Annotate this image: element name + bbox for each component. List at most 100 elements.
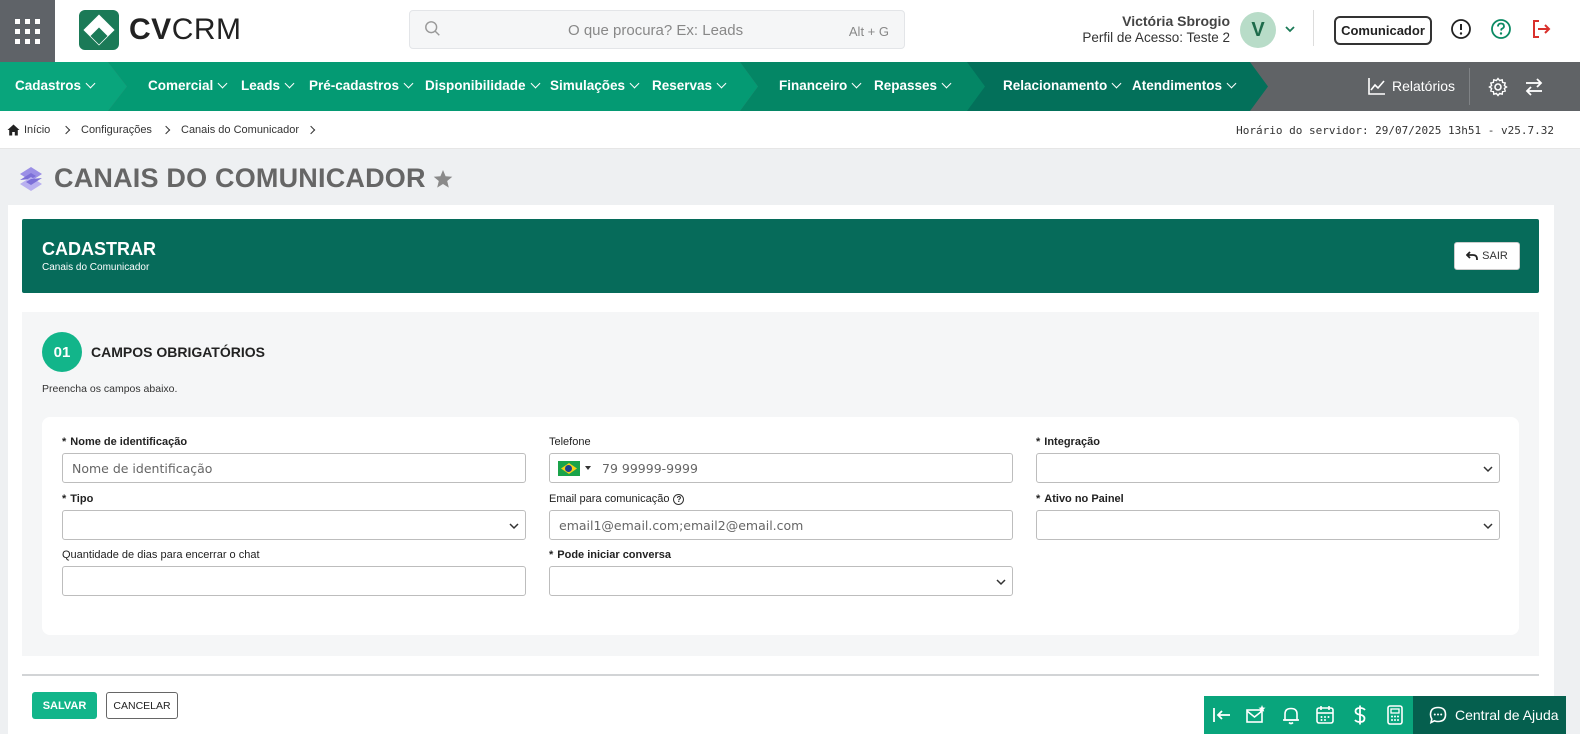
bell-icon[interactable] [1280, 704, 1302, 726]
nav-item-comercial[interactable]: Comercial [148, 78, 228, 93]
brazil-flag-icon[interactable] [558, 461, 580, 476]
chevron-down-icon [1483, 523, 1493, 530]
pode-iniciar-conversa-select[interactable] [549, 566, 1013, 596]
chevron-down-icon [403, 78, 414, 89]
breadcrumb-home[interactable]: Início [24, 124, 50, 136]
chart-line-icon [1368, 78, 1385, 95]
field-ativo: * Ativo no Painel [1036, 492, 1500, 540]
page-title: CANAIS DO COMUNICADOR [54, 163, 426, 193]
integracao-select[interactable] [1036, 453, 1500, 483]
chevron-down-icon [851, 78, 862, 89]
field-label: * Tipo [62, 493, 94, 505]
avatar[interactable]: V [1240, 12, 1276, 48]
save-button[interactable]: SALVAR [32, 692, 97, 719]
chevron-down-icon [1483, 466, 1493, 473]
nav-item-disponibilidade[interactable]: Disponibilidade [425, 78, 540, 93]
tipo-select[interactable] [62, 510, 526, 540]
field-telefone: Telefone 79 99999-9999 [549, 435, 1013, 483]
input-placeholder: 79 99999-9999 [602, 461, 698, 476]
help-center-button[interactable]: Central de Ajuda [1413, 696, 1566, 734]
nav-item-cadastros[interactable]: Cadastros [15, 78, 96, 93]
chevron-down-icon [996, 579, 1006, 586]
chevron-down-icon [217, 78, 228, 89]
chevron-right-icon [61, 125, 71, 135]
main-navigation: Cadastros Comercial Leads Pré-cadastros … [0, 62, 1580, 111]
nav-item-reservas[interactable]: Reservas [652, 78, 727, 93]
field-integracao: * Integração [1036, 435, 1500, 483]
nav-item-financeiro[interactable]: Financeiro [779, 78, 862, 93]
ativo-painel-select[interactable] [1036, 510, 1500, 540]
exit-button[interactable]: SAIR [1454, 242, 1520, 270]
field-pode-iniciar: * Pode iniciar conversa [549, 548, 1013, 596]
section-subtitle: Preencha os campos abaixo. [42, 383, 178, 395]
brand-name: CVCRM [129, 13, 242, 46]
search-icon [425, 21, 440, 36]
email-comunicacao-input[interactable]: email1@email.com;email2@email.com [549, 510, 1013, 540]
apps-menu-button[interactable] [0, 0, 55, 62]
chevron-down-icon[interactable] [1283, 22, 1297, 36]
field-label: Email para comunicação? [549, 492, 1013, 506]
input-placeholder: Nome de identificação [72, 461, 213, 476]
field-label: Quantidade de dias para encerrar o chat [62, 549, 260, 561]
form-title: CADASTRAR [42, 239, 156, 259]
swap-icon[interactable] [1524, 77, 1544, 97]
communicator-channels-icon [20, 166, 42, 191]
page-title-bar: CANAIS DO COMUNICADOR [16, 163, 454, 194]
user-profile: Perfil de Acesso: Teste 2 [1082, 30, 1230, 45]
search-input[interactable]: O que procura? Ex: Leads Alt + G [409, 10, 905, 49]
question-circle-icon[interactable]: ? [673, 493, 685, 505]
field-label: * Ativo no Painel [1036, 493, 1124, 505]
telefone-input[interactable]: 79 99999-9999 [549, 453, 1013, 483]
chevron-down-icon [1111, 78, 1122, 89]
reports-link[interactable]: Relatórios [1368, 77, 1455, 95]
cancel-button[interactable]: CANCELAR [106, 692, 178, 719]
field-label: * Nome de identificação [62, 436, 188, 448]
nav-item-leads[interactable]: Leads [241, 78, 295, 93]
star-icon[interactable] [432, 168, 454, 190]
breadcrumb-configuracoes[interactable]: Configurações [81, 124, 152, 136]
user-info[interactable]: Victória Sbrogio Perfil de Acesso: Teste… [1082, 13, 1230, 45]
chevron-down-icon [85, 78, 96, 89]
caret-down-icon[interactable] [585, 466, 591, 470]
calendar-icon[interactable] [1314, 704, 1336, 726]
collapse-left-icon[interactable] [1211, 704, 1233, 726]
breadcrumb-canais[interactable]: Canais do Comunicador [181, 124, 299, 136]
dollar-icon[interactable] [1349, 704, 1371, 726]
communicator-button[interactable]: Comunicador [1334, 16, 1432, 45]
logo-icon [79, 10, 119, 50]
chevron-right-icon [161, 125, 171, 135]
nav-item-pre-cadastros[interactable]: Pré-cadastros [309, 78, 414, 93]
chevron-down-icon [509, 523, 519, 530]
divider [1469, 68, 1470, 105]
chevron-down-icon [530, 78, 540, 89]
nav-item-atendimentos[interactable]: Atendimentos [1132, 78, 1237, 93]
quick-actions-dock [1204, 696, 1413, 734]
search-placeholder: O que procura? Ex: Leads [568, 22, 744, 39]
dias-encerrar-chat-input[interactable] [62, 566, 526, 596]
nome-identificacao-input[interactable]: Nome de identificação [62, 453, 526, 483]
brand-logo[interactable]: CVCRM [79, 10, 242, 50]
field-email: Email para comunicação? email1@email.com… [549, 492, 1013, 540]
field-tipo: * Tipo [62, 492, 526, 540]
top-header: CVCRM O que procura? Ex: Leads Alt + G V… [0, 0, 1580, 62]
exit-label: SAIR [1482, 250, 1508, 262]
help-icon[interactable] [1490, 18, 1512, 40]
nav-item-relacionamento[interactable]: Relacionamento [1003, 78, 1122, 93]
logout-icon[interactable] [1530, 18, 1552, 40]
mail-star-icon[interactable] [1245, 704, 1267, 726]
calculator-icon[interactable] [1384, 704, 1406, 726]
chevron-down-icon [1226, 78, 1237, 89]
home-icon[interactable] [7, 124, 20, 136]
chevron-right-icon [306, 125, 316, 135]
fields-panel: * Nome de identificação Nome de identific… [42, 417, 1519, 635]
info-icon[interactable] [1450, 18, 1472, 40]
section-title: CAMPOS OBRIGATÓRIOS [91, 344, 265, 360]
field-label: * Pode iniciar conversa [549, 549, 671, 561]
field-label: * Integração [1036, 436, 1100, 448]
nav-item-simulacoes[interactable]: Simulações [550, 78, 640, 93]
field-label: Telefone [549, 436, 591, 448]
nav-item-repasses[interactable]: Repasses [874, 78, 952, 93]
gear-icon[interactable] [1488, 77, 1508, 97]
chat-bubble-icon [1429, 706, 1447, 724]
breadcrumb: Início Configurações Canais do Comunicad… [0, 111, 1580, 149]
